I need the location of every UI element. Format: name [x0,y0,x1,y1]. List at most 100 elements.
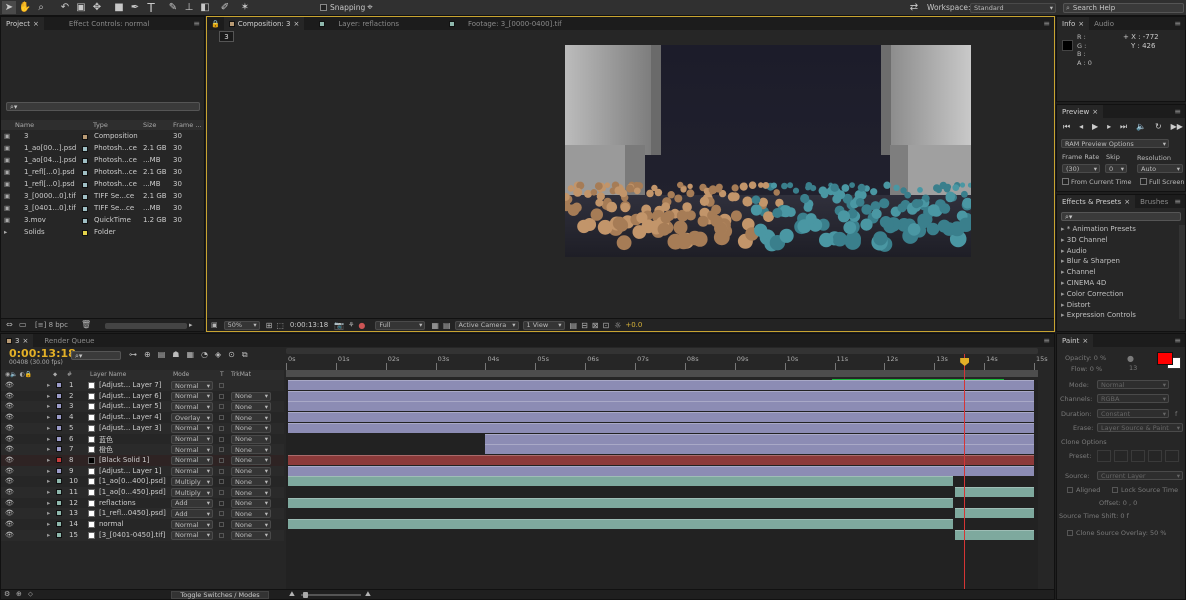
disclosure-triangle-icon[interactable]: ▸ [47,499,50,507]
rotate-tool-icon[interactable]: ↶ [58,1,72,14]
frame-rate-dropdown[interactable]: (30) ▾ [1062,164,1100,173]
new-folder-icon[interactable]: ▭ [19,320,27,329]
workspace-dropdown[interactable]: Standard ▾ [970,3,1056,13]
first-frame-icon[interactable]: ⏮ [1063,122,1070,132]
play-icon[interactable]: ▶ [1092,122,1098,132]
disclosure-triangle-icon[interactable]: ▸ [47,435,50,443]
visibility-eye-icon[interactable]: 👁 [5,392,14,400]
col-type[interactable]: Type [93,121,108,129]
foreground-color-swatch[interactable] [1157,352,1173,365]
layer-label-swatch[interactable] [56,392,62,399]
tab-render-queue[interactable]: Render Queue [39,334,99,347]
effects-category[interactable]: ▸ Blur & Sharpen [1061,257,1120,265]
col-t[interactable]: T [220,371,224,378]
project-item[interactable]: ▣ 3 Composition 30 [1,131,204,142]
clone-overlay-value[interactable]: Clone Source Overlay: 50 % [1076,529,1166,537]
visibility-eye-icon[interactable]: 👁 [5,520,14,528]
interpret-footage-icon[interactable]: ⇔ [6,320,13,329]
visibility-eye-icon[interactable]: 👁 [5,456,14,464]
layer-label-swatch[interactable] [56,403,62,410]
fast-draft-icon[interactable]: ⊡ [602,321,609,330]
brainstorm-icon[interactable]: ◈ [215,350,221,360]
preserve-transparency-checkbox[interactable] [219,457,224,463]
layer-label-swatch[interactable] [56,414,62,421]
panel-menu-icon[interactable]: ≡ [1174,197,1181,206]
erase-dropdown[interactable]: Layer Source & Paint ▾ [1097,423,1183,432]
tab-effects-presets[interactable]: Effects & Presets × [1057,195,1136,208]
layer-duration-bar[interactable] [288,476,953,487]
label-color-swatch[interactable] [82,158,88,164]
layer-duration-bar[interactable] [484,444,1034,455]
tab-info[interactable]: Info × [1057,17,1090,30]
visibility-eye-icon[interactable]: 👁 [5,381,14,389]
layer-duration-bar[interactable] [288,390,1034,401]
layer-name[interactable]: reflactions [99,499,136,507]
offset-value[interactable]: Offset: 0 , 0 [1099,499,1137,507]
tab-project[interactable]: Project × [1,17,44,30]
lock-icon[interactable]: 🔒 [211,20,220,28]
source-dropdown[interactable]: Current Layer ▾ [1097,471,1183,480]
layer-duration-bar[interactable] [288,454,1034,465]
preserve-transparency-checkbox[interactable] [219,404,224,410]
scroll-right-icon[interactable]: ▸ [189,321,193,329]
close-icon[interactable]: × [293,20,299,28]
visibility-eye-icon[interactable]: 👁 [5,499,14,507]
track-matte-dropdown[interactable]: None ▾ [231,455,271,465]
disclosure-triangle-icon[interactable]: ▸ [47,488,50,496]
preserve-transparency-checkbox[interactable] [219,383,224,388]
motion-blur-icon[interactable]: ◔ [201,350,208,360]
resolution-preview-dropdown[interactable]: Auto ▾ [1137,164,1183,173]
panel-menu-icon[interactable]: ≡ [1174,336,1181,345]
layer-label-swatch[interactable] [56,435,62,442]
col-layer-name[interactable]: Layer Name [90,371,126,378]
frame-blending-icon[interactable]: ▦ [186,350,194,360]
label-color-swatch[interactable] [82,170,88,176]
toggle-switches-modes-button[interactable]: Toggle Switches / Modes [171,591,269,599]
blend-mode-dropdown[interactable]: Normal ▾ [171,434,213,444]
snapping-checkbox[interactable] [320,4,327,11]
flowchart-icon[interactable]: ⊠ [592,321,599,330]
project-item[interactable]: ▣ 3.mov QuickTime 1.2 GB 30 [1,215,204,226]
timeline-icon[interactable]: ⊟ [581,321,588,330]
mask-tool-icon[interactable]: ■ [112,1,126,14]
skip-dropdown[interactable]: 0 ▾ [1105,164,1127,173]
comp-breadcrumb-chip[interactable]: 3 [219,31,234,42]
preserve-transparency-checkbox[interactable] [219,522,224,528]
close-icon[interactable]: × [1124,198,1130,206]
trash-icon[interactable]: 🗑 [81,320,91,329]
visibility-eye-icon[interactable]: 👁 [5,467,14,475]
close-icon[interactable]: × [1078,20,1084,28]
preserve-transparency-checkbox[interactable] [219,532,224,538]
layer-name[interactable]: [Black Solid 1] [99,456,149,464]
close-icon[interactable]: × [1092,108,1098,116]
camera-tool-icon[interactable]: ▣ [74,1,88,14]
close-icon[interactable]: × [33,20,39,28]
effects-category[interactable]: ▸ * Animation Presets [1061,225,1136,233]
close-icon[interactable]: × [1082,337,1088,345]
layer-row[interactable]: 👁 ▸ 7 橙色 Normal ▾ None ▾ [1,444,284,456]
ram-preview-options-dropdown[interactable]: RAM Preview Options ▾ [1061,139,1169,148]
blend-mode-dropdown[interactable]: Multiply ▾ [171,488,213,497]
snapshot-icon[interactable]: 📷 [334,321,344,330]
col-size[interactable]: Size [143,121,156,129]
clone-overlay-checkbox[interactable] [1067,530,1073,536]
blend-mode-dropdown[interactable]: Normal ▾ [171,445,213,455]
preserve-transparency-checkbox[interactable] [219,425,224,431]
layer-name[interactable]: [Adjust... Layer 7] [99,381,161,389]
layer-name[interactable]: [Adjust... Layer 3] [99,424,161,432]
preserve-transparency-checkbox[interactable] [219,468,224,474]
track-matte-dropdown[interactable]: None ▾ [231,413,271,423]
duration-dropdown[interactable]: Constant ▾ [1097,409,1169,418]
comp-mini-flowchart-icon[interactable]: ⊶ [129,350,137,360]
visibility-eye-icon[interactable]: 👁 [5,413,14,421]
visibility-eye-icon[interactable]: 👁 [5,424,14,432]
blend-mode-dropdown[interactable]: Normal ▾ [171,391,213,401]
panel-menu-icon[interactable]: ≡ [1043,336,1050,345]
viewer-timecode[interactable]: 0:00:13:18 [290,321,328,329]
layer-name[interactable]: [3_[0401-0450].tif] [99,531,165,539]
disclosure-triangle-icon[interactable]: ▸ [47,509,50,517]
lock-source-checkbox[interactable] [1112,487,1118,493]
transparency-grid-icon[interactable]: ▦ [431,321,439,330]
layer-label-swatch[interactable] [56,499,62,506]
pen-tool-icon[interactable]: ✒ [128,1,142,14]
